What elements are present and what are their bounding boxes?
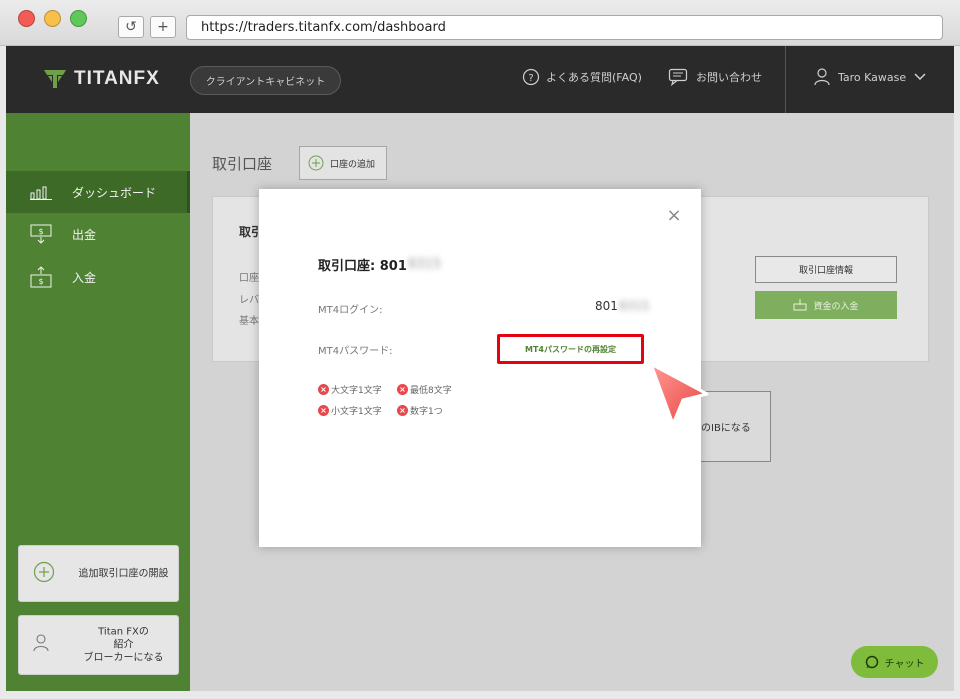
browser-chrome: ↺ + https://traders.titanfx.com/dashboar…	[0, 0, 960, 46]
user-name: Taro Kawase	[838, 70, 907, 84]
rule-text: 小文字1文字	[331, 407, 382, 417]
faq-label: よくある質問(FAQ)	[546, 71, 642, 84]
mt4-login-label: MT4ログイン:	[318, 305, 383, 316]
error-x-icon: ×	[397, 405, 408, 416]
sidebar-item-label: ダッシュボード	[72, 185, 157, 200]
chat-bubble-icon	[668, 68, 688, 86]
add-account-button[interactable]: 口座の追加	[299, 146, 387, 180]
become-ib-line1: Titan FXの	[98, 626, 149, 638]
client-portal-button[interactable]: クライアントキャビネット	[190, 66, 341, 95]
open-additional-account-card[interactable]: 追加取引口座の開設	[18, 545, 179, 602]
pointer-arrow-icon	[649, 362, 709, 426]
sidebar-item-label: 出金	[72, 227, 97, 242]
chat-bubble-icon	[865, 655, 878, 669]
modal-title-blurred: 8315	[407, 257, 441, 272]
user-menu[interactable]: Taro Kawase	[814, 68, 926, 86]
chevron-down-icon	[914, 73, 926, 81]
rule-text: 数字1つ	[410, 407, 443, 417]
become-ib-line2: 紹介	[113, 639, 134, 651]
close-icon[interactable]: ×	[665, 207, 683, 225]
minimize-window-button[interactable]	[44, 10, 61, 27]
sidebar-item-withdraw[interactable]: $ 出金	[6, 213, 190, 255]
become-ib-text: Titan FXの 紹介 ブローカーになる	[75, 626, 172, 665]
sidebar: ダッシュボード $ 出金 $ 入金 追加取引口座の開設 Titan FXの 紹介…	[6, 113, 190, 691]
mt4-password-label: MT4パスワード:	[318, 346, 393, 357]
password-rule: × 数字1つ	[397, 404, 443, 417]
mt4-login-prefix: 801	[595, 299, 618, 313]
new-tab-icon[interactable]: +	[150, 16, 176, 38]
sidebar-item-label: 入金	[72, 270, 97, 285]
sidebar-item-dashboard[interactable]: ダッシュボード	[6, 171, 190, 213]
titanfx-logo[interactable]: TITANFX	[42, 66, 160, 92]
svg-text:$: $	[38, 227, 43, 236]
reset-mt4-password-button[interactable]: MT4パスワードの再設定	[497, 334, 644, 364]
become-ib-card[interactable]: Titan FXの 紹介 ブローカーになる	[18, 615, 179, 675]
page-viewport: TITANFX クライアントキャビネット ? よくある質問(FAQ) お問い合わ…	[6, 46, 954, 691]
user-icon	[814, 68, 830, 86]
sidebar-item-deposit[interactable]: $ 入金	[6, 256, 190, 298]
password-rule: × 大文字1文字	[318, 383, 382, 396]
add-account-label: 口座の追加	[330, 159, 376, 170]
withdraw-icon: $	[30, 224, 52, 244]
password-rule: × 最低8文字	[397, 383, 452, 396]
user-icon	[33, 634, 49, 652]
contact-label: お問い合わせ	[696, 71, 762, 84]
chat-button[interactable]: チャット	[851, 646, 938, 678]
modal-title-text: 取引口座: 801	[318, 259, 407, 274]
address-bar[interactable]: https://traders.titanfx.com/dashboard	[186, 15, 943, 40]
contact-link[interactable]: お問い合わせ	[668, 68, 762, 86]
account-info-button[interactable]: 取引口座情報	[755, 256, 897, 283]
rule-text: 最低8文字	[410, 386, 452, 396]
reload-icon[interactable]: ↺	[118, 16, 144, 38]
account-field-1: 口座	[239, 273, 259, 284]
modal-title: 取引口座: 801 8315	[318, 255, 441, 274]
account-field-2: レバ	[239, 295, 259, 306]
account-password-modal: × 取引口座: 801 8315 MT4ログイン: 801 8315 MT4パス…	[259, 189, 701, 547]
deposit-label: 資金の入金	[813, 301, 859, 312]
mt4-login-value: 801 8315	[595, 299, 649, 313]
faq-link[interactable]: ? よくある質問(FAQ)	[522, 68, 642, 86]
titan-logo-icon	[44, 70, 66, 88]
deposit-funds-button[interactable]: 資金の入金	[755, 291, 897, 319]
close-window-button[interactable]	[18, 10, 35, 27]
chat-label: チャット	[884, 658, 925, 670]
error-x-icon: ×	[397, 384, 408, 395]
logo-text: TITANFX	[74, 68, 160, 89]
error-x-icon: ×	[318, 405, 329, 416]
plus-circle-icon	[308, 155, 324, 171]
rule-text: 大文字1文字	[331, 386, 382, 396]
page-title: 取引口座	[212, 155, 273, 173]
become-ib-line3: ブローカーになる	[83, 652, 164, 664]
maximize-window-button[interactable]	[70, 10, 87, 27]
header-divider	[785, 46, 786, 113]
chart-bars-icon	[30, 186, 52, 200]
open-account-label: 追加取引口座の開設	[78, 568, 169, 579]
mt4-login-blurred: 8315	[618, 299, 650, 313]
password-rule: × 小文字1文字	[318, 404, 382, 417]
deposit-icon: $	[30, 266, 52, 288]
svg-text:$: $	[38, 277, 43, 286]
plus-circle-icon	[33, 561, 55, 582]
account-field-3: 基本	[239, 316, 259, 327]
top-header: TITANFX クライアントキャビネット ? よくある質問(FAQ) お問い合わ…	[6, 46, 954, 113]
error-x-icon: ×	[318, 384, 329, 395]
question-icon: ?	[522, 68, 540, 86]
deposit-icon	[793, 299, 807, 311]
svg-text:?: ?	[528, 73, 533, 84]
